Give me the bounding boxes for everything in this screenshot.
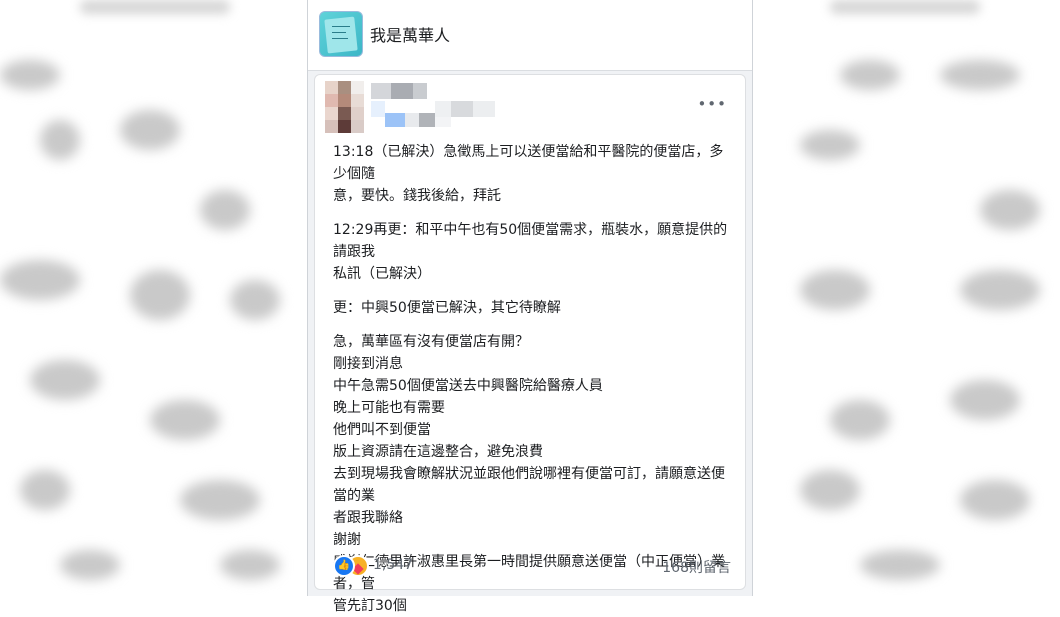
text-line: 更：中興50便當已解決，其它待瞭解 [333, 300, 561, 316]
author-avatar-pixelated[interactable] [325, 81, 365, 133]
text-line: 晚上可能也有需要 [333, 400, 445, 416]
author-name-pixelated[interactable] [371, 83, 521, 129]
text-line: 版上資源請在這邊整合，避免浪費 [333, 444, 543, 460]
more-options-button[interactable]: ••• [697, 95, 727, 113]
text-line: 他們叫不到便當 [333, 422, 431, 438]
text-line: 中午急需50個便當送去中興醫院給醫療人員 [333, 378, 603, 394]
text-line: 私訊（已解決） [333, 266, 431, 282]
paragraph: 12:29再更：和平中午也有50個便當需求，瓶裝水，願意提供的請跟我 私訊（已解… [333, 219, 733, 285]
reaction-count: 1,547 [373, 557, 414, 573]
paragraph: 13:18（已解決）急徵馬上可以送便當給和平醫院的便當店，多少個隨 意，要快。錢… [333, 141, 733, 207]
comment-count-link[interactable]: 168則留言 [662, 557, 731, 577]
facebook-post-frame: 我是萬華人 ••• 13:18（已解決）急徵馬上可以送便當給和平醫院的便當店，多… [307, 0, 753, 614]
text-line: 急，萬華區有沒有便當店有開？ [333, 334, 529, 350]
post-footer: 👍 1,547 168則留言 [315, 545, 745, 589]
paragraph: 更：中興50便當已解決，其它待瞭解 [333, 297, 733, 319]
text-line: 管先訂30個 [333, 598, 407, 614]
group-name[interactable]: 我是萬華人 [370, 22, 450, 46]
group-header: 我是萬華人 [308, 0, 752, 71]
text-line: 意，要快。錢我後給，拜託 [333, 188, 501, 204]
text-line: 12:29再更：和平中午也有50個便當需求，瓶裝水，願意提供的請跟我 [333, 222, 728, 260]
text-line: 去到現場我會瞭解狀況並跟他們說哪裡有便當可訂，請願意送便當的業 [333, 466, 725, 504]
text-line: 剛接到消息 [333, 356, 403, 372]
post-card: ••• 13:18（已解決）急徵馬上可以送便當給和平醫院的便當店，多少個隨 意，… [314, 74, 746, 614]
text-line: 13:18（已解決）急徵馬上可以送便當給和平醫院的便當店，多少個隨 [333, 144, 724, 182]
text-line: 者跟我聯絡 [333, 510, 403, 526]
group-avatar[interactable] [319, 11, 363, 57]
like-reaction-icon: 👍 [333, 555, 355, 577]
